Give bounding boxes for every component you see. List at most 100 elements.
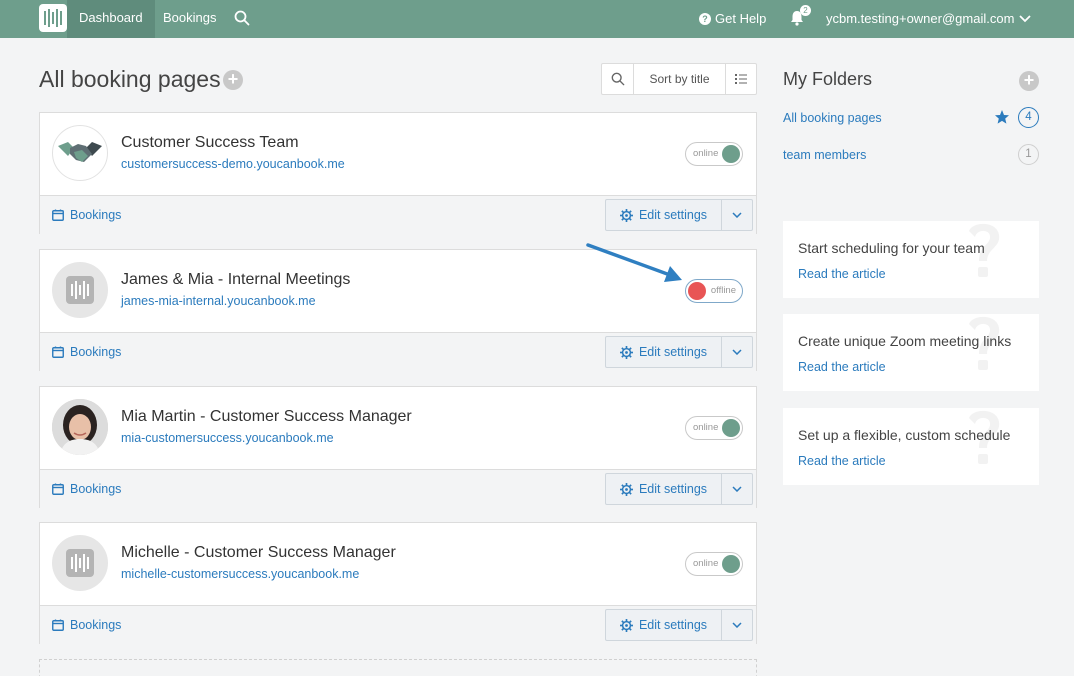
app-logo[interactable] [39, 4, 67, 32]
gear-icon [619, 345, 633, 359]
question-mark-icon [969, 410, 1000, 464]
ycbm-logo-icon [66, 549, 94, 577]
list-view-button[interactable] [726, 64, 756, 94]
avatar [52, 262, 108, 318]
toggle-knob [722, 419, 740, 437]
notification-badge: 2 [800, 5, 811, 16]
online-toggle[interactable]: online [685, 416, 743, 440]
folder-label[interactable]: All booking pages [783, 111, 882, 125]
bookings-label: Bookings [70, 208, 122, 222]
folder-count: 1 [1018, 144, 1039, 165]
add-folder-button[interactable]: + [1019, 71, 1039, 91]
toggle-knob [722, 145, 740, 163]
booking-page-url[interactable]: james-mia-internal.youcanbook.me [121, 294, 316, 308]
chevron-down-icon [732, 212, 742, 218]
booking-page-name[interactable]: Customer Success Team [121, 134, 299, 152]
more-options-dropdown[interactable] [722, 610, 752, 640]
article-title: Start scheduling for your team [798, 240, 985, 256]
gear-icon [619, 482, 633, 496]
avatar [52, 535, 108, 591]
edit-settings-label: Edit settings [638, 345, 708, 359]
folder-item[interactable]: All booking pages 4 [783, 107, 1039, 129]
top-navigation: Dashboard Bookings ? Get Help 2 ycbm.tes… [0, 0, 1074, 38]
calendar-icon [52, 483, 64, 495]
chevron-down-icon [732, 349, 742, 355]
user-menu[interactable]: ycbm.testing+owner@gmail.com [826, 11, 1032, 26]
toggle-status-label: online [693, 148, 719, 159]
list-toolbar: Sort by title [601, 63, 757, 95]
question-mark-icon [969, 223, 1000, 277]
toggle-status-label: online [693, 422, 719, 433]
bookings-label: Bookings [70, 618, 122, 632]
profile-photo [52, 399, 108, 455]
get-help-label: Get Help [715, 11, 767, 26]
help-article-card: Create unique Zoom meeting links Read th… [783, 314, 1039, 391]
more-options-dropdown[interactable] [722, 474, 752, 504]
bookings-link[interactable]: Bookings [52, 208, 121, 222]
page-title: All booking pages [39, 66, 221, 92]
help-article-card: Set up a flexible, custom schedule Read … [783, 408, 1039, 485]
booking-page-name[interactable]: Mia Martin - Customer Success Manager [121, 408, 412, 426]
add-booking-page-button[interactable]: + [223, 70, 243, 90]
read-article-link[interactable]: Read the article [798, 454, 886, 468]
handshake-icon [52, 125, 108, 181]
bookings-link[interactable]: Bookings [52, 345, 121, 359]
calendar-icon [52, 346, 64, 358]
edit-settings-group: Edit settings [605, 199, 753, 231]
edit-settings-button[interactable]: Edit settings [606, 337, 722, 367]
ycbm-logo-icon [66, 276, 94, 304]
search-pages-button[interactable] [602, 64, 634, 94]
calendar-icon [52, 209, 64, 221]
toggle-status-label: online [693, 558, 719, 569]
edit-settings-group: Edit settings [605, 609, 753, 641]
booking-page-url[interactable]: mia-customersuccess.youcanbook.me [121, 431, 334, 445]
bookings-label: Bookings [70, 345, 122, 359]
question-mark-icon [969, 316, 1000, 370]
more-options-dropdown[interactable] [722, 337, 752, 367]
folder-label[interactable]: team members [783, 148, 866, 162]
edit-settings-button[interactable]: Edit settings [606, 610, 722, 640]
online-toggle[interactable]: online [685, 552, 743, 576]
chevron-down-icon [1019, 14, 1032, 22]
list-icon [735, 74, 747, 84]
booking-page-url[interactable]: customersuccess-demo.youcanbook.me [121, 157, 345, 171]
article-title: Set up a flexible, custom schedule [798, 427, 1011, 443]
edit-settings-group: Edit settings [605, 336, 753, 368]
online-toggle[interactable]: offline [685, 279, 743, 303]
toggle-knob [722, 555, 740, 573]
folder-item[interactable]: team members 1 [783, 144, 1039, 166]
nav-bookings[interactable]: Bookings [151, 0, 228, 38]
edit-settings-label: Edit settings [638, 618, 708, 632]
search-icon[interactable] [234, 10, 250, 26]
star-icon[interactable] [994, 109, 1010, 125]
new-booking-page-placeholder[interactable] [39, 659, 757, 676]
edit-settings-button[interactable]: Edit settings [606, 474, 722, 504]
booking-page-name[interactable]: James & Mia - Internal Meetings [121, 271, 350, 289]
read-article-link[interactable]: Read the article [798, 267, 886, 281]
edit-settings-label: Edit settings [638, 208, 708, 222]
booking-page-card: Customer Success Team customersuccess-de… [39, 112, 757, 234]
sort-by-title-button[interactable]: Sort by title [634, 64, 726, 94]
article-title: Create unique Zoom meeting links [798, 333, 1012, 349]
bookings-link[interactable]: Bookings [52, 482, 121, 496]
more-options-dropdown[interactable] [722, 200, 752, 230]
edit-settings-group: Edit settings [605, 473, 753, 505]
edit-settings-button[interactable]: Edit settings [606, 200, 722, 230]
toggle-status-label: offline [710, 285, 736, 296]
folder-count: 4 [1018, 107, 1039, 128]
booking-page-card: Michelle - Customer Success Manager mich… [39, 522, 757, 644]
toggle-knob [688, 282, 706, 300]
booking-page-card: Mia Martin - Customer Success Manager mi… [39, 386, 757, 508]
help-article-card: Start scheduling for your team Read the … [783, 221, 1039, 298]
booking-page-name[interactable]: Michelle - Customer Success Manager [121, 544, 396, 562]
folders-title: My Folders [783, 69, 873, 89]
chevron-down-icon [732, 486, 742, 492]
calendar-icon [52, 619, 64, 631]
booking-page-url[interactable]: michelle-customersuccess.youcanbook.me [121, 567, 359, 581]
chevron-down-icon [732, 622, 742, 628]
get-help-link[interactable]: ? Get Help [699, 11, 766, 26]
read-article-link[interactable]: Read the article [798, 360, 886, 374]
bookings-link[interactable]: Bookings [52, 618, 121, 632]
online-toggle[interactable]: online [685, 142, 743, 166]
nav-dashboard[interactable]: Dashboard [67, 0, 155, 38]
